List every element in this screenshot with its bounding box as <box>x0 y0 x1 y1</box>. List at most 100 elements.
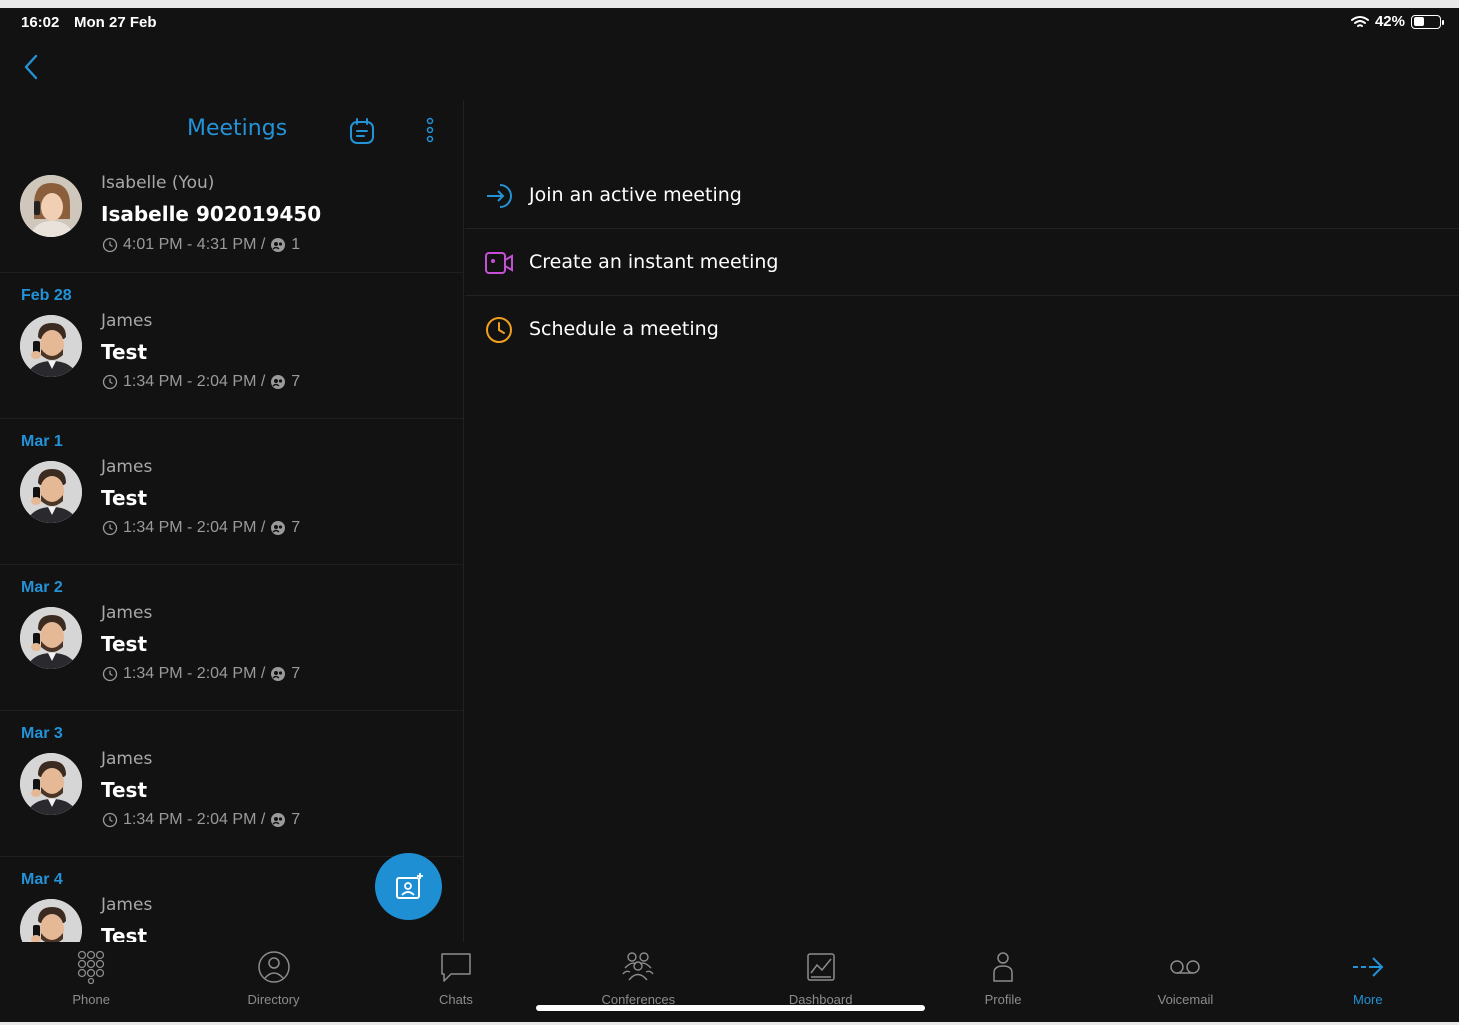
meetings-header: Meetings <box>0 100 463 160</box>
participants-icon <box>271 667 286 681</box>
profile-icon <box>993 952 1013 982</box>
status-indicators: 42% <box>1350 13 1444 30</box>
nav-phone[interactable]: Phone <box>0 942 182 1022</box>
meeting-participants: 7 <box>291 519 301 536</box>
meeting-item[interactable]: James Test 1:34 PM - 2:04 PM / 7 <box>0 599 463 711</box>
voicemail-icon <box>1170 960 1201 974</box>
nav-profile[interactable]: Profile <box>912 942 1094 1022</box>
meeting-subject: Test <box>101 486 148 510</box>
nav-directory[interactable]: Directory <box>182 942 364 1022</box>
meeting-item[interactable]: James Test 1:34 PM - 2:04 PM / 7 <box>0 307 463 419</box>
avatar <box>20 175 82 237</box>
nav-chats[interactable]: Chats <box>365 942 547 1022</box>
dialpad-icon <box>78 950 105 984</box>
meeting-time: 4:01 PM - 4:31 PM / <box>123 236 266 253</box>
meeting-participants: 7 <box>291 665 301 682</box>
new-meeting-fab-button[interactable] <box>375 853 442 920</box>
more-vert-icon[interactable] <box>420 114 440 146</box>
avatar <box>20 607 82 669</box>
meeting-group: Mar 2 James Test 1:34 PM - 2:04 PM / 7 <box>0 565 463 711</box>
meeting-participants: 1 <box>291 236 301 253</box>
join-meeting-button[interactable]: Join an active meeting <box>465 162 1459 229</box>
meeting-subject: Test <box>101 924 148 942</box>
nav-more[interactable]: More <box>1277 942 1459 1022</box>
meeting-time: 1:34 PM - 2:04 PM / <box>123 811 266 828</box>
home-indicator <box>536 1005 925 1011</box>
nav-label: Profile <box>984 992 1022 1007</box>
schedule-meeting-button[interactable]: Schedule a meeting <box>465 296 1459 363</box>
clock-small-icon <box>102 520 118 536</box>
meeting-group: Mar 1 James Test 1:34 PM - 2:04 PM / 7 <box>0 419 463 565</box>
conferences-icon <box>622 952 654 981</box>
clock-icon <box>486 317 512 343</box>
date-header: Mar 1 <box>21 433 63 450</box>
meeting-organizer: James <box>101 457 153 477</box>
status-time: 16:02 <box>21 14 60 31</box>
meeting-participants: 7 <box>291 373 301 390</box>
participants-icon <box>271 238 286 252</box>
meeting-group: Feb 28 James Test 1:34 PM - 2:04 PM / 7 <box>0 273 463 419</box>
meeting-subject: Isabelle 902019450 <box>101 202 322 226</box>
meeting-subject: Test <box>101 778 148 802</box>
add-meeting-icon <box>395 872 423 899</box>
avatar <box>20 315 82 377</box>
meeting-organizer: Isabelle (You) <box>101 173 215 193</box>
chat-bubble-icon <box>441 953 471 982</box>
participants-icon <box>271 813 286 827</box>
meeting-item[interactable]: James Test 1:34 PM - 2:04 PM / 7 <box>0 745 463 857</box>
date-header: Mar 2 <box>21 579 63 596</box>
avatar <box>20 753 82 815</box>
status-date: Mon 27 Feb <box>74 14 157 31</box>
avatar <box>20 899 82 942</box>
app-screen: 16:02 Mon 27 Feb 42% Meetings Isabelle (… <box>0 8 1459 1022</box>
meeting-actions-panel: Join an active meeting Create an instant… <box>465 162 1459 363</box>
create-instant-meeting-button[interactable]: Create an instant meeting <box>465 229 1459 296</box>
date-header: Mar 3 <box>21 725 63 742</box>
nav-label: More <box>1353 992 1383 1007</box>
meeting-time: 1:34 PM - 2:04 PM / <box>123 519 266 536</box>
nav-label: Phone <box>72 992 110 1007</box>
clock-small-icon <box>102 666 118 682</box>
nav-label: Chats <box>438 992 473 1007</box>
meeting-organizer: James <box>101 749 153 769</box>
meeting-organizer: James <box>101 603 153 623</box>
meeting-organizer: James <box>101 895 153 915</box>
action-label: Create an instant meeting <box>529 251 779 273</box>
nav-label: Voicemail <box>1157 992 1214 1007</box>
meeting-item-current[interactable]: Isabelle (You) Isabelle 902019450 4:01 P… <box>0 160 463 273</box>
meeting-time: 1:34 PM - 2:04 PM / <box>123 373 266 390</box>
participants-icon <box>271 521 286 535</box>
more-arrow-icon <box>1352 957 1384 977</box>
wifi-icon <box>1350 15 1369 27</box>
meeting-groups: Feb 28 James Test 1:34 PM - 2:04 PM / 7 … <box>0 273 463 942</box>
action-label: Join an active meeting <box>529 184 742 206</box>
meeting-organizer: James <box>101 311 153 331</box>
back-chevron-icon[interactable] <box>20 53 44 81</box>
clock-small-icon <box>102 237 118 253</box>
meeting-meta: 1:34 PM - 2:04 PM / 7 <box>102 519 300 537</box>
avatar <box>20 461 82 523</box>
status-bar: 16:02 Mon 27 Feb 42% <box>0 8 1459 38</box>
meeting-item[interactable]: James Test 1:34 PM - 2:04 PM / 7 <box>0 453 463 565</box>
meetings-list-panel: Meetings Isabelle (You) Isabelle 9020194… <box>0 100 464 942</box>
meeting-meta: 1:34 PM - 2:04 PM / 7 <box>102 811 300 829</box>
meeting-meta: 1:34 PM - 2:04 PM / 7 <box>102 665 300 683</box>
nav-voicemail[interactable]: Voicemail <box>1094 942 1276 1022</box>
date-header: Feb 28 <box>21 287 72 304</box>
battery-icon <box>1411 14 1444 29</box>
meeting-time: 1:34 PM - 2:04 PM / <box>123 665 266 682</box>
meeting-group: Mar 3 James Test 1:34 PM - 2:04 PM / 7 <box>0 711 463 857</box>
meeting-subject: Test <box>101 340 148 364</box>
participants-icon <box>271 375 286 389</box>
meeting-meta: 4:01 PM - 4:31 PM / 1 <box>102 236 300 254</box>
directory-icon <box>257 951 290 983</box>
clock-small-icon <box>102 812 118 828</box>
video-camera-icon <box>485 252 513 274</box>
action-label: Schedule a meeting <box>529 318 719 340</box>
nav-label: Directory <box>247 992 300 1007</box>
join-arrow-icon <box>487 184 512 208</box>
calendar-icon[interactable] <box>348 117 376 145</box>
battery-percentage: 42% <box>1374 13 1405 30</box>
meeting-subject: Test <box>101 632 148 656</box>
meeting-meta: 1:34 PM - 2:04 PM / 7 <box>102 373 300 391</box>
